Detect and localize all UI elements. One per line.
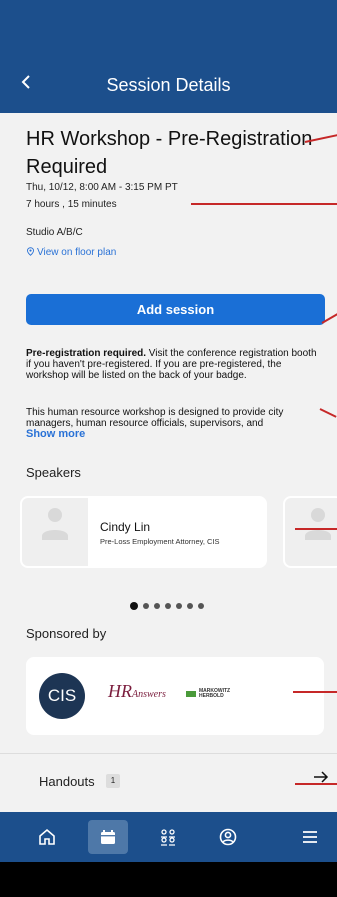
carousel-dot[interactable] (187, 603, 193, 609)
annotation-line (191, 203, 337, 205)
speaker-name: Cindy Lin (100, 520, 151, 534)
carousel-dot[interactable] (176, 603, 182, 609)
system-nav-bar (0, 862, 337, 897)
page-title: Session Details (106, 75, 231, 95)
markowitz-mark-icon (186, 691, 196, 697)
app-header: Session Details (0, 0, 337, 113)
session-content: HR Workshop - Pre-Registration Required … (0, 113, 337, 810)
tab-schedule[interactable] (88, 812, 128, 862)
hr-logo-text: HR (108, 681, 132, 701)
sponsor-card[interactable]: CIS HRAnswers MARKOWITZ HERBOLD (26, 657, 324, 735)
carousel-dot[interactable] (165, 603, 171, 609)
annotation-line (295, 783, 337, 785)
mh-logo-line2: HERBOLD (199, 693, 224, 699)
floor-plan-link[interactable]: View on floor plan (26, 247, 116, 258)
avatar (22, 498, 88, 566)
tab-home[interactable] (27, 812, 67, 862)
speaker-card-next[interactable] (283, 496, 337, 568)
session-room: Studio A/B/C (26, 227, 83, 238)
avatar (285, 498, 337, 566)
tab-people[interactable] (148, 812, 188, 862)
speaker-card[interactable]: Cindy Lin Pre-Loss Employment Attorney, … (20, 496, 267, 568)
description-para2: This human resource workshop is designed… (26, 407, 284, 429)
bottom-tab-bar (0, 812, 337, 862)
person-placeholder-icon (305, 508, 331, 540)
people-icon (161, 829, 175, 846)
carousel-dot[interactable] (198, 603, 204, 609)
add-session-button[interactable]: Add session (26, 294, 325, 325)
session-description: Pre-registration required. Visit the con… (26, 348, 322, 387)
calendar-icon (101, 830, 115, 844)
carousel-dot[interactable] (154, 603, 160, 609)
show-more-link[interactable]: Show more (26, 428, 85, 440)
location-pin-icon (27, 247, 34, 256)
handouts-label: Handouts (39, 774, 95, 789)
annotation-line (293, 691, 337, 693)
home-icon (39, 828, 55, 845)
carousel-dot[interactable] (130, 602, 138, 610)
speakers-heading: Speakers (26, 465, 81, 480)
speaker-title: Pre-Loss Employment Attorney, CIS (100, 537, 220, 546)
hr-answers-logo[interactable]: HRAnswers (108, 681, 166, 702)
carousel-dot[interactable] (143, 603, 149, 609)
description-lead: Pre-registration required. (26, 348, 147, 359)
annotation-line (295, 528, 337, 530)
profile-icon (219, 828, 237, 846)
markowitz-herbold-logo[interactable]: MARKOWITZ HERBOLD (186, 689, 230, 699)
session-datetime: Thu, 10/12, 8:00 AM - 3:15 PM PT (26, 182, 178, 193)
person-placeholder-icon (42, 508, 68, 540)
tab-menu[interactable] (290, 812, 330, 862)
handouts-row[interactable]: Handouts 1 (0, 754, 337, 810)
session-title: HR Workshop - Pre-Registration Required (26, 128, 313, 178)
tab-profile[interactable] (208, 812, 248, 862)
carousel-dots[interactable] (130, 596, 209, 610)
handouts-count-badge: 1 (106, 774, 120, 788)
menu-icon (303, 831, 317, 843)
sponsors-heading: Sponsored by (26, 626, 107, 641)
floor-plan-label: View on floor plan (37, 247, 117, 258)
session-duration: 7 hours , 15 minutes (26, 199, 117, 210)
hr-logo-sub: Answers (132, 689, 166, 700)
cis-logo[interactable]: CIS (39, 673, 85, 719)
